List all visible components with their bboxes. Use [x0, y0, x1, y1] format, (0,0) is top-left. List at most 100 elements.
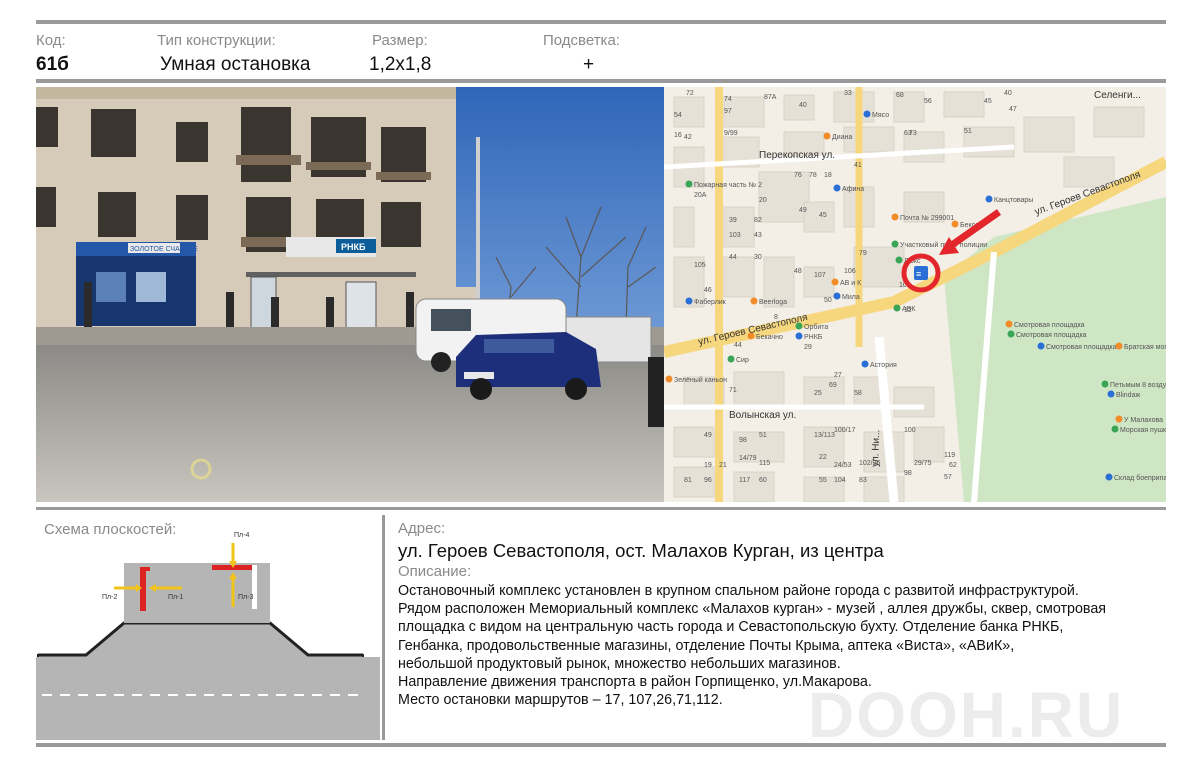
middle-rule: [36, 507, 1166, 510]
planes-scheme: Схема плоскостей: Пл-4 Пл-2 Пл-1 Пл-3: [36, 515, 380, 740]
map-house-number: 100/17: [834, 427, 856, 434]
map-house-number: 40: [1004, 90, 1012, 97]
address-label: Адрес:: [398, 520, 446, 537]
type-label: Тип конструкции:: [157, 32, 276, 49]
map-poi-label: Смотровая площадка: [1016, 332, 1087, 339]
map-house-number: 54: [674, 112, 682, 119]
map-poi-icon: [1111, 425, 1119, 433]
map-poi-label: Морская пушка: [1120, 427, 1166, 434]
map-house-number: 18: [824, 172, 832, 179]
map-house-number: 60: [759, 477, 767, 484]
location-photo: ЗОЛОТОЕ СЧАСТЬЕ РНКБ: [36, 87, 664, 502]
map-house-number: 119: [944, 452, 955, 459]
map-house-number: 43: [754, 232, 762, 239]
map-street-perekop: Перекопская ул.: [759, 150, 835, 161]
code-value: 61б: [36, 54, 69, 75]
map-house-number: 24/53: [834, 462, 852, 469]
shop-sign: ЗОЛОТОЕ СЧАСТЬЕ: [130, 246, 198, 253]
map-house-number: 51: [964, 128, 972, 135]
map-poi-icon: [951, 220, 959, 228]
description-line: Остановочный комплекс установлен в крупн…: [398, 583, 1079, 599]
description-line: Рядом расположен Мемориальный комплекс «…: [398, 601, 1107, 618]
map-poi-label: Смотровая площадка: [1014, 322, 1085, 329]
map-house-number: 115: [759, 460, 770, 467]
map-house-number: 68: [896, 92, 904, 99]
code-label: Код:: [36, 32, 66, 49]
plane-label-1: Пл-1: [168, 594, 183, 601]
map-poi-icon: [795, 332, 803, 340]
map-house-number: 56: [924, 98, 932, 105]
map-poi-icon: [1115, 342, 1123, 350]
location-map: ул. Героев Севастополя ул. Героев Севаст…: [664, 87, 1166, 502]
map-house-number: 63: [904, 130, 912, 137]
map-house-number: 45: [984, 98, 992, 105]
map-poi-label: Петьмым 8 воздушной армии: [1110, 381, 1166, 389]
map-house-number: 40: [799, 102, 807, 109]
map-house-number: 51: [759, 432, 767, 439]
map-house-number: 8: [774, 314, 778, 321]
map-house-number: 12: [904, 307, 912, 314]
map-house-number: 57: [944, 474, 952, 481]
map-poi-icon: [750, 297, 758, 305]
map-house-number: 22: [819, 454, 827, 461]
map-house-number: 62: [949, 462, 957, 469]
map-house-number: 29: [804, 344, 812, 351]
map-house-number: 46: [704, 287, 712, 294]
map-house-number: 20: [759, 197, 767, 204]
map-house-number: 25: [814, 390, 822, 397]
map-house-number: 106: [844, 268, 856, 275]
map-house-number: 55: [819, 477, 827, 484]
map-house-number: 103: [729, 232, 741, 239]
map-house-number: 42: [684, 134, 692, 141]
map-poi-icon: [665, 375, 673, 383]
map-poi-icon: [1107, 390, 1115, 398]
map-house-number: 9/99: [724, 130, 738, 137]
map-house-number: 30: [754, 254, 762, 261]
map-poi-icon: [685, 297, 693, 305]
map-poi-label: Сир: [736, 357, 749, 364]
map-poi-label: Афина: [842, 186, 864, 193]
map-street-volyn: Волынская ул.: [729, 410, 796, 421]
map-house-number: 44: [729, 254, 737, 261]
map-house-number: 74: [724, 96, 732, 103]
map-poi-icon: [861, 360, 869, 368]
map-poi-icon: [985, 195, 993, 203]
map-house-number: 41: [854, 162, 862, 169]
map-poi-label: РНКБ: [804, 334, 823, 341]
map-house-number: 58: [854, 390, 862, 397]
map-house-number: 117: [739, 477, 750, 484]
map-house-number: 29/75: [914, 460, 932, 467]
map-house-number: 39: [729, 217, 737, 224]
description-line: площадка с видом на центральную часть го…: [398, 619, 1064, 636]
map-house-number: 107: [814, 272, 826, 279]
map-poi-label: Смотровая площадка: [1046, 344, 1117, 351]
address-value: ул. Героев Севастополя, ост. Малахов Кур…: [398, 540, 884, 561]
map-poi-icon: [1115, 415, 1123, 423]
map-poi-icon: [1101, 380, 1109, 388]
map-house-number: 33: [844, 90, 852, 97]
vertical-divider: [382, 515, 385, 740]
map-poi-label: Зелёный каньон: [674, 376, 727, 384]
map-house-number: 13/113: [814, 432, 835, 439]
map-poi-icon: [685, 180, 693, 188]
map-poi-label: Братская могила: [1124, 344, 1166, 351]
map-poi-label: Почта № 299001: [900, 215, 954, 222]
map-house-number: 83: [859, 477, 867, 484]
map-house-number: 49: [704, 432, 712, 439]
map-house-number: 50: [824, 297, 832, 304]
map-poi-label: Мясо: [872, 112, 889, 119]
map-house-number: 16: [674, 132, 682, 139]
map-poi-icon: [891, 240, 899, 248]
map-house-number: 27: [834, 372, 842, 379]
map-poi-label: АВ и К: [840, 280, 862, 287]
map-poi-label: Астория: [870, 362, 897, 369]
light-label: Подсветка:: [543, 32, 620, 49]
map-house-number: 100: [904, 427, 916, 434]
map-house-number: 14/79: [739, 455, 757, 462]
top-rule: [36, 20, 1166, 24]
map-house-number: 78: [809, 172, 817, 179]
map-house-number: 19: [704, 462, 712, 469]
map-house-number: 49: [799, 207, 807, 214]
map-house-number: 48: [794, 268, 802, 275]
map-poi-icon: [833, 184, 841, 192]
